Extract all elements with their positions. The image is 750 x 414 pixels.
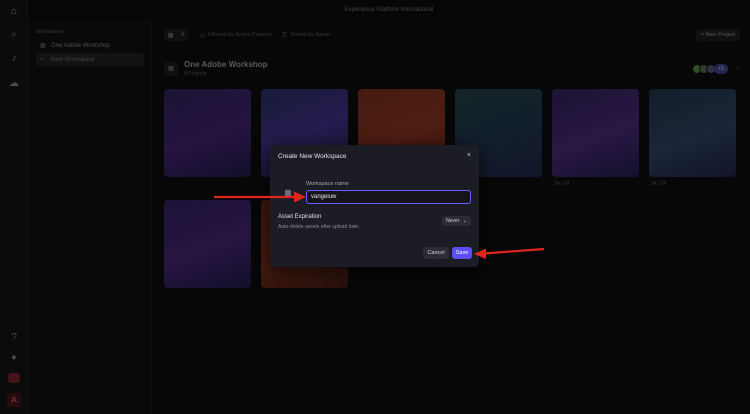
workspace-name-input[interactable] xyxy=(306,190,471,204)
asset-expiration-value: Never xyxy=(446,218,460,224)
save-button[interactable]: Save xyxy=(452,247,472,259)
dialog-title: Create New Workspace xyxy=(278,153,347,160)
asset-expiration-description: Auto-delete assets after upload date. xyxy=(278,224,360,230)
arrow-to-save xyxy=(474,247,545,259)
asset-expiration-title: Asset Expiration xyxy=(278,214,322,220)
chevron-down-icon: ⌄ xyxy=(462,218,467,224)
asset-expiration-select[interactable]: Never ⌄ xyxy=(442,216,471,226)
workspace-name-label: Workspace name xyxy=(306,181,349,187)
arrow-to-input xyxy=(214,191,306,203)
create-workspace-dialog: Create New Workspace × ▦ Workspace name … xyxy=(270,145,479,267)
close-icon[interactable]: × xyxy=(467,152,471,159)
cancel-button[interactable]: Cancel xyxy=(423,247,449,259)
